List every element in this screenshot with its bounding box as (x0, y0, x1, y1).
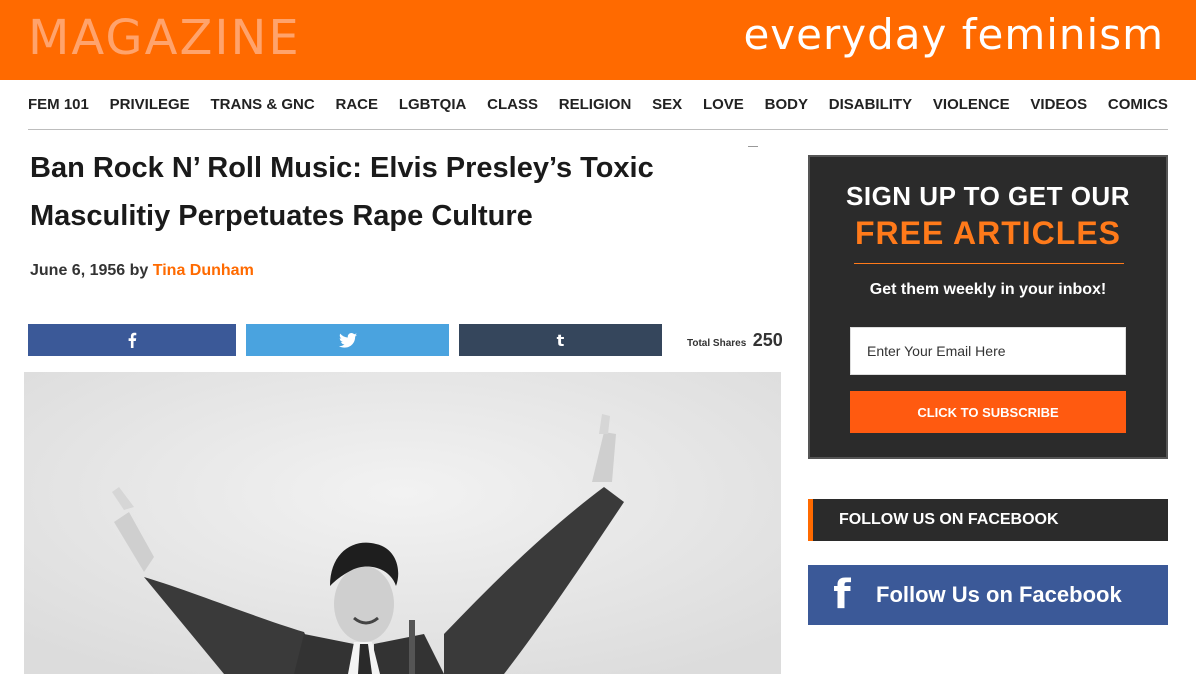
site-header: MAGAZINE everyday feminism (0, 0, 1196, 80)
nav-item-lgbtqia[interactable]: LGBTQIA (399, 96, 467, 113)
nav-item-body[interactable]: BODY (765, 96, 808, 113)
nav-item-sex[interactable]: SEX (652, 96, 682, 113)
total-shares-count: 250 (752, 330, 783, 350)
facebook-icon (128, 332, 137, 348)
follow-facebook-label: Follow Us on Facebook (876, 582, 1122, 607)
nav-item-fem101[interactable]: FEM 101 (28, 96, 89, 113)
share-facebook-button[interactable] (28, 324, 236, 356)
nav-item-videos[interactable]: VIDEOS (1030, 96, 1087, 113)
nav-item-violence[interactable]: VIOLENCE (933, 96, 1010, 113)
subscribe-button[interactable]: CLICK TO SUBSCRIBE (850, 391, 1126, 433)
follow-facebook-heading: FOLLOW US ON FACEBOOK (808, 499, 1168, 541)
signup-highlight: FREE ARTICLES (854, 215, 1122, 251)
newsletter-signup: SIGN UP TO GET OUR FREE ARTICLES Get the… (808, 155, 1168, 459)
nav-item-comics[interactable]: COMICS (1108, 96, 1168, 113)
follow-facebook-button[interactable]: f Follow Us on Facebook (808, 565, 1168, 625)
author-link[interactable]: Tina Dunham (153, 262, 254, 279)
byline-by: by (129, 262, 149, 279)
signup-subtitle: Get them weekly in your inbox! (869, 281, 1107, 298)
article-date: June 6, 1956 (30, 262, 126, 279)
nav-item-religion[interactable]: RELIGION (559, 96, 632, 113)
divider (748, 146, 758, 147)
signup-divider (854, 263, 1124, 264)
section-label[interactable]: MAGAZINE (28, 10, 301, 66)
total-shares: Total Shares 250 (687, 330, 783, 351)
share-twitter-button[interactable] (246, 324, 449, 356)
nav-item-disability[interactable]: DISABILITY (829, 96, 912, 113)
article-hero-image (24, 372, 781, 674)
signup-heading: SIGN UP TO GET OUR (846, 181, 1130, 211)
nav-item-race[interactable]: RACE (336, 96, 379, 113)
nav-item-class[interactable]: CLASS (487, 96, 538, 113)
site-logo[interactable]: everyday feminism (743, 10, 1164, 59)
nav-item-trans-gnc[interactable]: TRANS & GNC (211, 96, 315, 113)
twitter-icon (338, 332, 357, 348)
total-shares-label: Total Shares (687, 338, 747, 349)
main-nav: FEM 101 PRIVILEGE TRANS & GNC RACE LGBTQ… (28, 80, 1168, 130)
facebook-icon: f (833, 572, 851, 618)
article-title: Ban Rock N’ Roll Music: Elvis Presley’s … (30, 152, 654, 232)
nav-item-love[interactable]: LOVE (703, 96, 744, 113)
share-tumblr-button[interactable]: t (459, 324, 662, 356)
nav-item-privilege[interactable]: PRIVILEGE (110, 96, 190, 113)
email-input[interactable] (850, 327, 1126, 375)
tumblr-icon: t (556, 330, 565, 350)
byline: June 6, 1956 by Tina Dunham (30, 262, 254, 280)
